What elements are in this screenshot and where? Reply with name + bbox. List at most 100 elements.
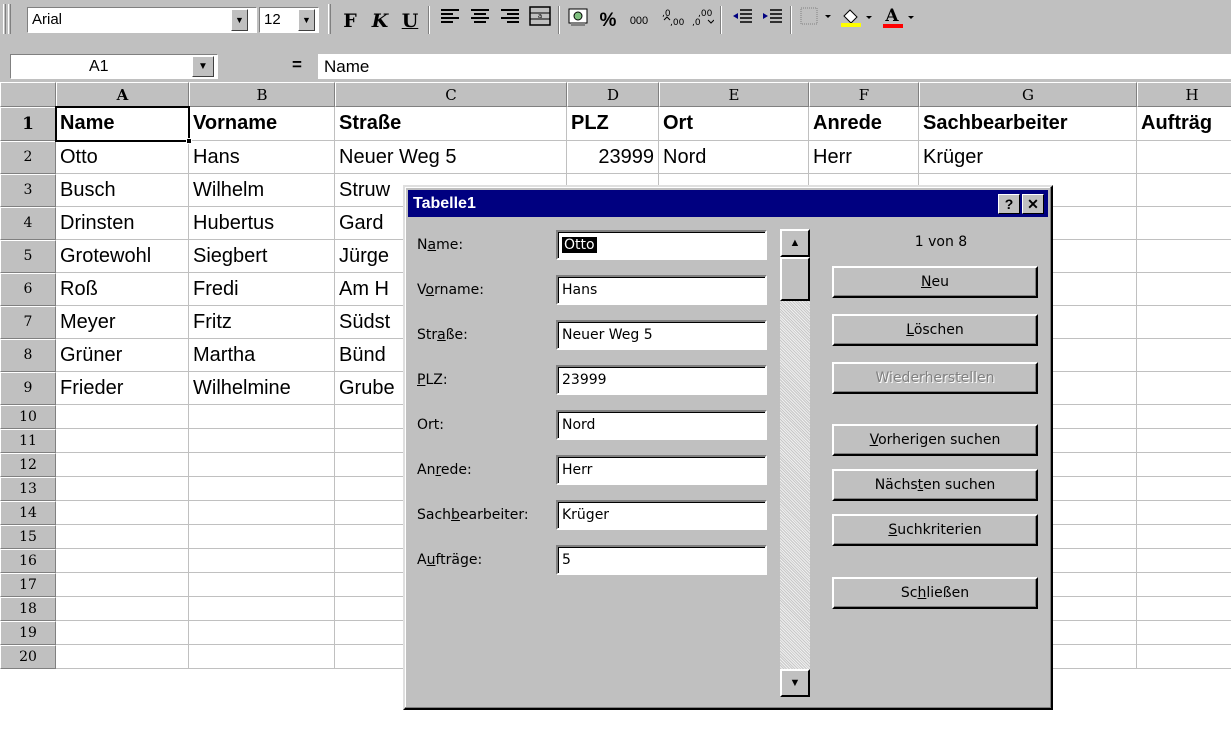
close-icon[interactable]: ✕ (1022, 194, 1044, 214)
merge-center-icon[interactable]: a (526, 6, 554, 36)
cell-b12[interactable] (189, 453, 335, 477)
field-ort[interactable]: Nord (556, 410, 767, 440)
cell-g2[interactable]: Krüger (919, 141, 1137, 174)
cell-b6[interactable]: Fredi (189, 273, 335, 306)
row-header-10[interactable]: 10 (0, 405, 56, 429)
cell-b11[interactable] (189, 429, 335, 453)
cell-b20[interactable] (189, 645, 335, 669)
column-header-c[interactable]: C (335, 82, 567, 107)
cell-b17[interactable] (189, 573, 335, 597)
column-header-f[interactable]: F (809, 82, 919, 107)
cell-a15[interactable] (56, 525, 189, 549)
row-header-6[interactable]: 6 (0, 273, 56, 306)
cell-d1[interactable]: PLZ (567, 107, 659, 141)
cell-h20[interactable] (1137, 645, 1231, 669)
cell-a9[interactable]: Frieder (56, 372, 189, 405)
row-header-7[interactable]: 7 (0, 306, 56, 339)
row-header-15[interactable]: 15 (0, 525, 56, 549)
decrease-indent-icon[interactable] (728, 6, 756, 36)
cell-b1[interactable]: Vorname (189, 107, 335, 141)
cell-a16[interactable] (56, 549, 189, 573)
cell-g1[interactable]: Sachbearbeiter (919, 107, 1137, 141)
row-header-20[interactable]: 20 (0, 645, 56, 669)
cell-h16[interactable] (1137, 549, 1231, 573)
cell-a18[interactable] (56, 597, 189, 621)
find-next-button[interactable]: Nächsten suchen (832, 469, 1038, 501)
cell-a14[interactable] (56, 501, 189, 525)
cell-b2[interactable]: Hans (189, 141, 335, 174)
percent-button[interactable]: % (594, 6, 622, 36)
row-header-1[interactable]: 1 (0, 107, 56, 141)
cell-b3[interactable]: Wilhelm (189, 174, 335, 207)
cell-a10[interactable] (56, 405, 189, 429)
field-auftraege[interactable]: 5 (556, 545, 767, 575)
cell-h1[interactable]: Aufträg (1137, 107, 1231, 141)
cell-a19[interactable] (56, 621, 189, 645)
row-header-12[interactable]: 12 (0, 453, 56, 477)
cell-h8[interactable] (1137, 339, 1231, 372)
cell-a13[interactable] (56, 477, 189, 501)
column-header-a[interactable]: A (56, 82, 189, 107)
cell-a12[interactable] (56, 453, 189, 477)
cell-a5[interactable]: Grotewohl (56, 240, 189, 273)
italic-button[interactable]: K (366, 6, 394, 36)
underline-button[interactable]: U (396, 6, 424, 36)
row-header-3[interactable]: 3 (0, 174, 56, 207)
cell-h6[interactable] (1137, 273, 1231, 306)
cell-b15[interactable] (189, 525, 335, 549)
select-all-corner[interactable] (0, 82, 56, 107)
increase-indent-icon[interactable] (758, 6, 786, 36)
cell-h2[interactable] (1137, 141, 1231, 174)
cell-h14[interactable] (1137, 501, 1231, 525)
cell-b8[interactable]: Martha (189, 339, 335, 372)
cell-b5[interactable]: Siegbert (189, 240, 335, 273)
field-plz[interactable]: 23999 (556, 365, 767, 395)
font-color-icon[interactable]: A (880, 6, 920, 36)
row-header-11[interactable]: 11 (0, 429, 56, 453)
cell-h18[interactable] (1137, 597, 1231, 621)
cell-h9[interactable] (1137, 372, 1231, 405)
row-header-13[interactable]: 13 (0, 477, 56, 501)
cell-a3[interactable]: Busch (56, 174, 189, 207)
find-prev-button[interactable]: Vorherigen suchen (832, 424, 1038, 456)
cell-h19[interactable] (1137, 621, 1231, 645)
cell-a17[interactable] (56, 573, 189, 597)
cell-b19[interactable] (189, 621, 335, 645)
cell-h7[interactable] (1137, 306, 1231, 339)
bold-button[interactable]: F (336, 6, 364, 36)
cell-e1[interactable]: Ort (659, 107, 809, 141)
scroll-thumb[interactable] (780, 257, 810, 301)
align-center-icon[interactable] (466, 6, 494, 36)
fill-color-icon[interactable] (838, 6, 878, 36)
fill-handle[interactable] (186, 138, 192, 144)
cell-h4[interactable] (1137, 207, 1231, 240)
cell-h12[interactable] (1137, 453, 1231, 477)
font-size-dropdown-icon[interactable]: ▼ (298, 9, 315, 31)
cell-b4[interactable]: Hubertus (189, 207, 335, 240)
cell-a2[interactable]: Otto (56, 141, 189, 174)
row-header-19[interactable]: 19 (0, 621, 56, 645)
cell-b7[interactable]: Fritz (189, 306, 335, 339)
field-anrede[interactable]: Herr (556, 455, 767, 485)
row-header-14[interactable]: 14 (0, 501, 56, 525)
new-button[interactable]: Neu (832, 266, 1038, 298)
cell-c2[interactable]: Neuer Weg 5 (335, 141, 567, 174)
help-button[interactable]: ? (998, 194, 1020, 214)
criteria-button[interactable]: Suchkriterien (832, 514, 1038, 546)
cell-d2[interactable]: 23999 (567, 141, 659, 174)
cell-h5[interactable] (1137, 240, 1231, 273)
cell-h11[interactable] (1137, 429, 1231, 453)
field-sachbearbeiter[interactable]: Krüger (556, 500, 767, 530)
cell-h15[interactable] (1137, 525, 1231, 549)
scroll-up-icon[interactable]: ▲ (780, 229, 810, 257)
toolbar-grip-2[interactable] (8, 4, 11, 34)
cell-b9[interactable]: Wilhelmine (189, 372, 335, 405)
thousands-separator-button[interactable]: 000 (622, 6, 656, 36)
row-header-2[interactable]: 2 (0, 141, 56, 174)
cell-b18[interactable] (189, 597, 335, 621)
name-box-dropdown-icon[interactable]: ▼ (192, 56, 214, 77)
name-box[interactable]: A1 (10, 54, 218, 79)
cell-b13[interactable] (189, 477, 335, 501)
row-header-9[interactable]: 9 (0, 372, 56, 405)
column-header-g[interactable]: G (919, 82, 1137, 107)
